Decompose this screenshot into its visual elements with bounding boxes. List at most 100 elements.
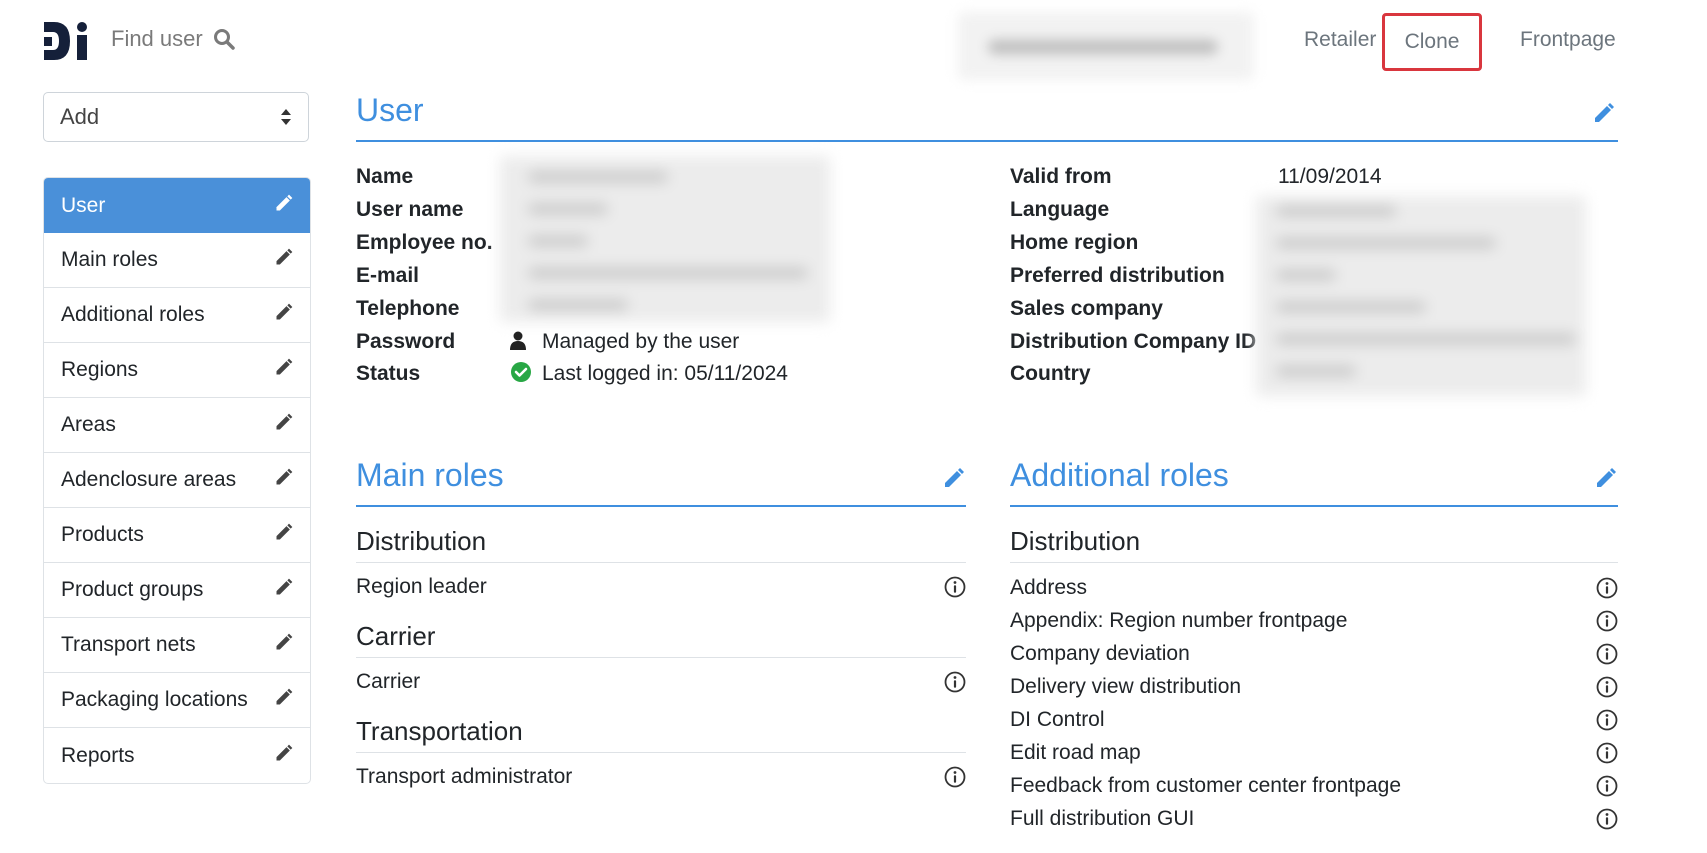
main-roles-divider [356, 505, 966, 507]
role-group-title: Carrier [356, 621, 436, 651]
add-select[interactable]: Add [43, 92, 309, 142]
role-row: Transport administrator [356, 761, 966, 793]
additional-roles-divider [1010, 505, 1618, 507]
label-country: Country [1010, 362, 1091, 385]
sidebar-item-label: Additional roles [61, 303, 205, 326]
role-group-divider [356, 562, 966, 563]
role-label: Full distribution GUI [1010, 806, 1195, 830]
role-row: Company deviation [1010, 637, 1618, 670]
sidebar-item-product-groups[interactable]: Product groups [44, 563, 310, 618]
sidebar-item-regions[interactable]: Regions [44, 343, 310, 398]
sidebar-item-label: Transport nets [61, 633, 196, 656]
clone-highlight-box: Clone [1382, 13, 1482, 71]
pencil-icon[interactable] [274, 247, 294, 273]
role-label: Address [1010, 575, 1088, 599]
info-icon[interactable] [1596, 676, 1618, 698]
sidebar-item-label: User [61, 193, 106, 217]
label-password: Password [356, 330, 456, 353]
role-row: Address [1010, 571, 1618, 604]
role-row: Feedback from customer center frontpage [1010, 769, 1618, 802]
role-label: DI Control [1010, 707, 1105, 731]
info-icon[interactable] [944, 671, 966, 693]
status-value: Last logged in: 05/11/2024 [542, 362, 788, 385]
role-label: Transport administrator [356, 765, 573, 788]
sidebar-item-transport-nets[interactable]: Transport nets [44, 618, 310, 673]
sidebar-item-adenclosure-areas[interactable]: Adenclosure areas [44, 453, 310, 508]
role-row: Region leader [356, 571, 966, 603]
info-icon[interactable] [944, 766, 966, 788]
edit-user-pencil-icon[interactable] [1592, 101, 1616, 125]
info-icon[interactable] [1596, 742, 1618, 764]
label-valid-from: Valid from [1010, 165, 1112, 188]
pencil-icon[interactable] [274, 193, 294, 219]
additional-roles-title: Additional roles [1010, 457, 1229, 493]
sidebar-item-label: Product groups [61, 578, 204, 601]
nav-clone[interactable]: Clone [1405, 30, 1460, 54]
sidebar-item-label: Main roles [61, 248, 158, 271]
sidebar-item-products[interactable]: Products [44, 508, 310, 563]
info-icon[interactable] [1596, 808, 1618, 830]
label-home-region: Home region [1010, 231, 1139, 254]
nav-retailer[interactable]: Retailer [1304, 28, 1376, 52]
pencil-icon[interactable] [274, 577, 294, 603]
add-select-value: Add [60, 104, 100, 129]
pencil-icon[interactable] [274, 467, 294, 493]
role-row: Edit road map [1010, 736, 1618, 769]
info-icon[interactable] [1596, 577, 1618, 599]
role-label: Carrier [356, 670, 421, 693]
info-icon[interactable] [1596, 709, 1618, 731]
info-icon[interactable] [1596, 775, 1618, 797]
role-row: Appendix: Region number frontpage [1010, 604, 1618, 637]
sidebar-item-label: Areas [61, 413, 116, 436]
label-distribution-company-id: Distribution Company ID [1010, 330, 1257, 353]
redacted-user-settings [1256, 196, 1586, 396]
label-status: Status [356, 362, 421, 385]
sidebar-item-label: Products [61, 523, 144, 546]
role-label: Region leader [356, 575, 487, 598]
pencil-icon[interactable] [274, 412, 294, 438]
label-user-name: User name [356, 198, 464, 221]
sidebar-item-packaging-locations[interactable]: Packaging locations [44, 673, 310, 728]
search-icon [213, 29, 235, 50]
role-label: Delivery view distribution [1010, 674, 1242, 698]
info-icon[interactable] [1596, 643, 1618, 665]
sidebar-item-user[interactable]: User [44, 178, 310, 233]
additional-roles-list: Distribution Address Appendix: Region numb… [1010, 526, 1618, 853]
sidebar-item-areas[interactable]: Areas [44, 398, 310, 453]
redacted-user-details [500, 156, 830, 322]
edit-additional-roles-pencil-icon[interactable] [1594, 466, 1618, 490]
pencil-icon[interactable] [274, 687, 294, 713]
pencil-icon[interactable] [274, 302, 294, 328]
role-group-title: Distribution [356, 526, 487, 556]
pencil-icon[interactable] [274, 522, 294, 548]
pencil-icon[interactable] [274, 632, 294, 658]
info-icon[interactable] [944, 576, 966, 598]
main-roles-list: Distribution Region leader Carrier Carrier T… [356, 526, 966, 811]
di-logo[interactable] [44, 20, 90, 62]
sidebar-item-label: Adenclosure areas [61, 468, 237, 491]
label-language: Language [1010, 198, 1110, 221]
label-telephone: Telephone [356, 297, 460, 320]
sidebar-item-additional-roles[interactable]: Additional roles [44, 288, 310, 343]
nav-frontpage[interactable]: Frontpage [1520, 28, 1616, 52]
role-row: Full distribution GUI [1010, 802, 1618, 835]
edit-main-roles-pencil-icon[interactable] [942, 466, 966, 490]
find-user-link[interactable]: Find user [111, 26, 235, 52]
sidebar-item-label: Regions [61, 358, 139, 381]
role-row: Carrier [356, 666, 966, 698]
label-sales-company: Sales company [1010, 297, 1163, 320]
role-group-divider [1010, 562, 1618, 563]
info-icon[interactable] [1596, 610, 1618, 632]
label-preferred-distribution: Preferred distribution [1010, 264, 1225, 287]
pencil-icon[interactable] [274, 743, 294, 769]
find-user-label: Find user [111, 26, 203, 51]
user-icon [510, 331, 526, 350]
pencil-icon[interactable] [274, 357, 294, 383]
main-roles-title: Main roles [356, 457, 504, 493]
sidebar-item-reports[interactable]: Reports [44, 728, 310, 783]
role-group-divider [356, 657, 966, 658]
sidebar-item-main-roles[interactable]: Main roles [44, 233, 310, 288]
valid-from-value: 11/09/2014 [1278, 165, 1382, 188]
role-group-divider [356, 752, 966, 753]
label-employee-no: Employee no. [356, 231, 493, 254]
